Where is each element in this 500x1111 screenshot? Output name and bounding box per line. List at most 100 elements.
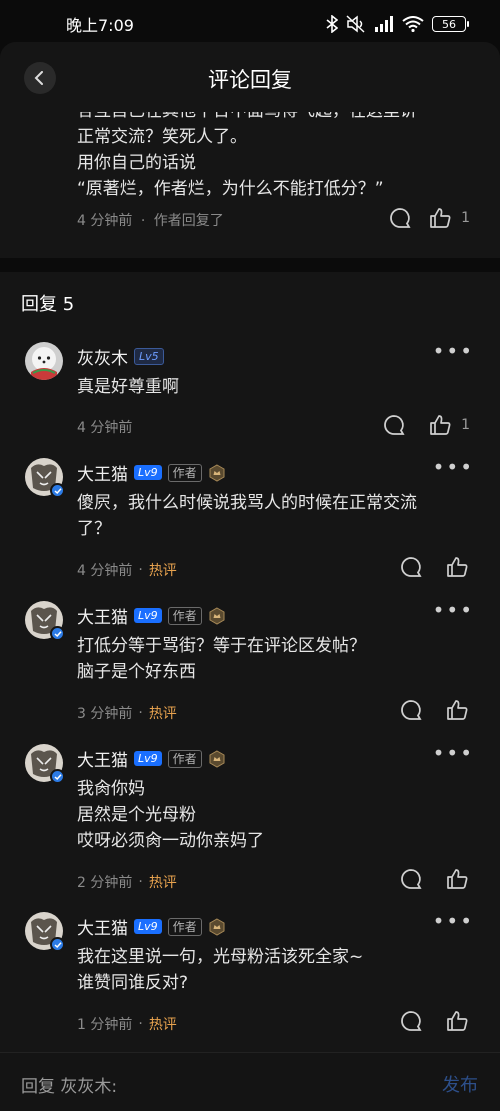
medal-icon [209,749,225,768]
reply-meta: 1 分钟前 · 热评 [77,1014,177,1034]
reply-actions [400,699,468,721]
meta-separator: · [138,1016,143,1032]
reply-item: 大王猫 Lv9 作者 ••• 我在这里说一句，光母粉活该死全家~ 谁赞同谁反对?… [0,911,500,1052]
verified-icon [50,769,65,784]
reply-text-line: 傻屄，我什么时候说我骂人的时候在正常交流 [77,493,417,513]
username[interactable]: 大王猫 [77,914,128,939]
parent-comment-line: 用你自己的话说 [77,153,196,173]
more-options-icon[interactable]: ••• [433,911,474,931]
avatar[interactable] [25,342,63,380]
level-badge: Lv9 [134,751,162,766]
level-badge: Lv9 [134,465,162,480]
like-button[interactable]: 1 [429,207,470,229]
wifi-icon [402,16,424,32]
like-count: 1 [461,210,470,226]
author-tag: 作者 [167,606,202,625]
author-tag: 作者 [167,749,202,768]
reply-meta: 4 分钟前 [77,417,132,437]
username[interactable]: 大王猫 [77,746,128,771]
verified-icon [50,626,65,641]
reply-item: 灰灰木 Lv5 ••• 真是好尊重啊 4 分钟前 1 [0,341,500,452]
more-options-icon[interactable]: ••• [433,341,474,361]
reply-time: 4 分钟前 [77,420,133,436]
meta-separator: · [138,562,143,578]
more-options-icon[interactable]: ••• [433,743,474,763]
reply-text-line: 了？ [77,519,111,539]
more-options-icon[interactable]: ••• [433,600,474,620]
reply-bubble-icon[interactable] [400,868,422,890]
reply-bubble-icon[interactable] [383,414,405,436]
author-replied-label: 作者回复了 [153,213,224,229]
reply-text: 我肏你妈 居然是个光母粉 哎呀必须肏一动你亲妈了 [77,776,472,854]
reply-actions: 1 [383,414,470,436]
parent-comment-text: 各互自已在其他平台中面骂得飞起，在这里讲 正常交流？笑死人了。 用你自己的话说 … [77,98,477,202]
avatar[interactable] [25,458,65,498]
thumb-up-icon[interactable] [446,1010,468,1032]
reply-bubble-icon[interactable] [400,1010,422,1032]
more-options-icon[interactable]: ••• [433,457,474,477]
section-divider [0,258,500,272]
username[interactable]: 大王猫 [77,603,128,628]
reply-text-line: 我在这里说一句，光母粉活该死全家~ [77,947,364,967]
page-title: 评论回复 [208,68,292,92]
reply-time: 3 分钟前 [77,706,133,722]
like-count: 1 [461,417,470,433]
reply-text: 我在这里说一句，光母粉活该死全家~ 谁赞同谁反对? [77,944,472,996]
parent-comment-line: “原著烂，作者烂，为什么不能打低分？” [77,179,384,199]
reply-text-line: 我肏你妈 [77,779,145,799]
reply-time: 2 分钟前 [77,875,133,891]
parent-comment-time: 4 分钟前 [77,213,133,229]
thumb-up-icon[interactable] [446,556,468,578]
user-meta-row: 大王猫 Lv9 作者 [77,914,226,939]
hot-comment-badge: 热评 [148,875,177,891]
reply-bubble-icon[interactable] [400,699,422,721]
level-badge: Lv9 [134,919,162,934]
thumb-up-icon [430,415,451,435]
reply-meta: 3 分钟前 · 热评 [77,703,177,723]
reply-meta: 4 分钟前 · 热评 [77,560,177,580]
reply-text: 真是好尊重啊 [77,374,472,400]
user-meta-row: 大王猫 Lv9 作者 [77,460,226,485]
medal-icon [209,917,225,936]
reply-actions [400,868,468,890]
status-time: 晚上7:09 [66,16,134,35]
verified-icon [50,483,65,498]
reply-item: 大王猫 Lv9 作者 ••• 我肏你妈 居然是个光母粉 哎呀必须肏一动你亲妈了 … [0,743,500,909]
reply-bubble-icon[interactable] [400,556,422,578]
reply-input[interactable]: 回复 灰灰木: [21,1072,117,1097]
status-icons: 56 [326,15,469,33]
reply-actions [400,1010,468,1032]
reply-text-line: 真是好尊重啊 [77,377,179,397]
username[interactable]: 灰灰木 [77,344,128,369]
avatar[interactable] [25,601,65,641]
username[interactable]: 大王猫 [77,460,128,485]
bluetooth-icon [326,15,338,33]
thumb-up-icon[interactable] [446,868,468,890]
author-tag: 作者 [167,917,202,936]
replies-section: 回复 5 灰灰木 Lv5 ••• 真是好尊重啊 4 分钟前 1 大王猫 Lv9 … [0,272,500,1052]
reply-input-bar: 回复 灰灰木: 发布 [0,1052,500,1111]
user-meta-row: 大王猫 Lv9 作者 [77,603,226,628]
reply-meta: 2 分钟前 · 热评 [77,872,177,892]
user-meta-row: 灰灰木 Lv5 [77,344,164,369]
reply-text-line: 打低分等于骂街？等于在评论区发帖？ [77,636,366,656]
avatar[interactable] [25,912,65,952]
hot-comment-badge: 热评 [148,706,177,722]
reply-text-line: 脑子是个好东西 [77,662,196,682]
parent-comment-sheet: 评论回复 各互自已在其他平台中面骂得飞起，在这里讲 正常交流？笑死人了。 用你自… [0,42,500,258]
like-button[interactable]: 1 [429,414,470,436]
reply-text-line: 谁赞同谁反对? [77,973,189,993]
reply-text-line: 居然是个光母粉 [77,805,196,825]
hot-comment-badge: 热评 [148,563,177,579]
medal-icon [209,463,225,482]
reply-bubble-icon[interactable] [389,207,411,229]
thumb-up-icon[interactable] [446,699,468,721]
thumb-up-icon [430,208,451,228]
avatar[interactable] [25,744,65,784]
parent-comment-line: 正常交流？笑死人了。 [77,127,247,147]
hot-comment-badge: 热评 [148,1017,177,1033]
publish-button[interactable]: 发布 [442,1071,478,1097]
top-nav: 评论回复 [0,42,500,112]
meta-separator: · [138,705,143,721]
reply-item: 大王猫 Lv9 作者 ••• 傻屄，我什么时候说我骂人的时候在正常交流 了？ 4… [0,457,500,598]
